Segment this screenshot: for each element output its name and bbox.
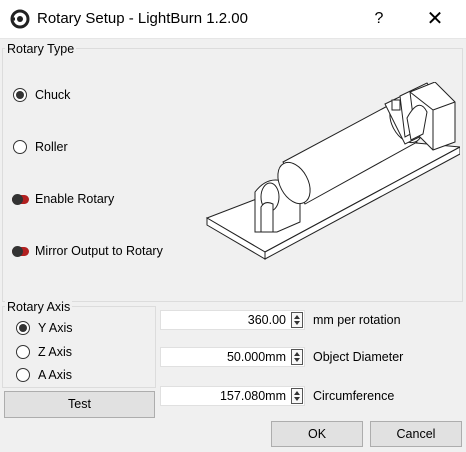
spin-down-icon[interactable] bbox=[294, 358, 300, 362]
rotary-type-title: Rotary Type bbox=[5, 42, 77, 56]
mm-per-rotation-value: 360.00 bbox=[247, 313, 286, 327]
z-axis-radio[interactable] bbox=[16, 345, 30, 359]
rotary-axis-title: Rotary Axis bbox=[5, 300, 73, 314]
object-diameter-value: 50.000mm bbox=[226, 350, 286, 364]
enable-rotary-toggle[interactable] bbox=[12, 194, 29, 205]
title-bar: Rotary Setup - LightBurn 1.2.00 ? ✕ bbox=[0, 0, 466, 39]
roller-label: Roller bbox=[35, 140, 68, 154]
mirror-output-label: Mirror Output to Rotary bbox=[35, 244, 163, 258]
window-title: Rotary Setup - LightBurn 1.2.00 bbox=[37, 10, 248, 27]
object-diameter-label: Object Diameter bbox=[313, 350, 404, 364]
spin-down-icon[interactable] bbox=[294, 397, 300, 401]
circumference-label: Circumference bbox=[313, 389, 395, 403]
object-diameter-input[interactable]: 50.000mm bbox=[160, 347, 305, 367]
y-axis-label: Y Axis bbox=[38, 321, 73, 335]
spin-up-icon[interactable] bbox=[294, 315, 300, 319]
spin-up-icon[interactable] bbox=[294, 352, 300, 356]
circumference-stepper[interactable] bbox=[291, 388, 303, 404]
circumference-value: 157.080mm bbox=[219, 389, 286, 403]
object-diameter-stepper[interactable] bbox=[291, 349, 303, 365]
spin-down-icon[interactable] bbox=[294, 321, 300, 325]
chuck-rotary-illustration bbox=[205, 82, 460, 260]
help-button[interactable]: ? bbox=[364, 4, 394, 34]
chuck-radio[interactable] bbox=[13, 88, 27, 102]
circumference-input[interactable]: 157.080mm bbox=[160, 386, 305, 406]
a-axis-label: A Axis bbox=[38, 368, 73, 382]
enable-rotary-label: Enable Rotary bbox=[35, 192, 115, 206]
y-axis-radio[interactable] bbox=[16, 321, 30, 335]
close-button[interactable]: ✕ bbox=[418, 4, 452, 34]
mm-per-rotation-label: mm per rotation bbox=[313, 313, 401, 327]
mm-per-rotation-stepper[interactable] bbox=[291, 312, 303, 328]
roller-radio[interactable] bbox=[13, 140, 27, 154]
mirror-output-toggle[interactable] bbox=[12, 246, 29, 257]
ok-button[interactable]: OK bbox=[271, 421, 363, 447]
a-axis-radio[interactable] bbox=[16, 368, 30, 382]
spin-up-icon[interactable] bbox=[294, 391, 300, 395]
mm-per-rotation-input[interactable]: 360.00 bbox=[160, 310, 305, 330]
cancel-button[interactable]: Cancel bbox=[370, 421, 462, 447]
chuck-label: Chuck bbox=[35, 88, 71, 102]
test-button[interactable]: Test bbox=[4, 391, 155, 418]
lightburn-app-icon bbox=[10, 9, 30, 29]
z-axis-label: Z Axis bbox=[38, 345, 73, 359]
